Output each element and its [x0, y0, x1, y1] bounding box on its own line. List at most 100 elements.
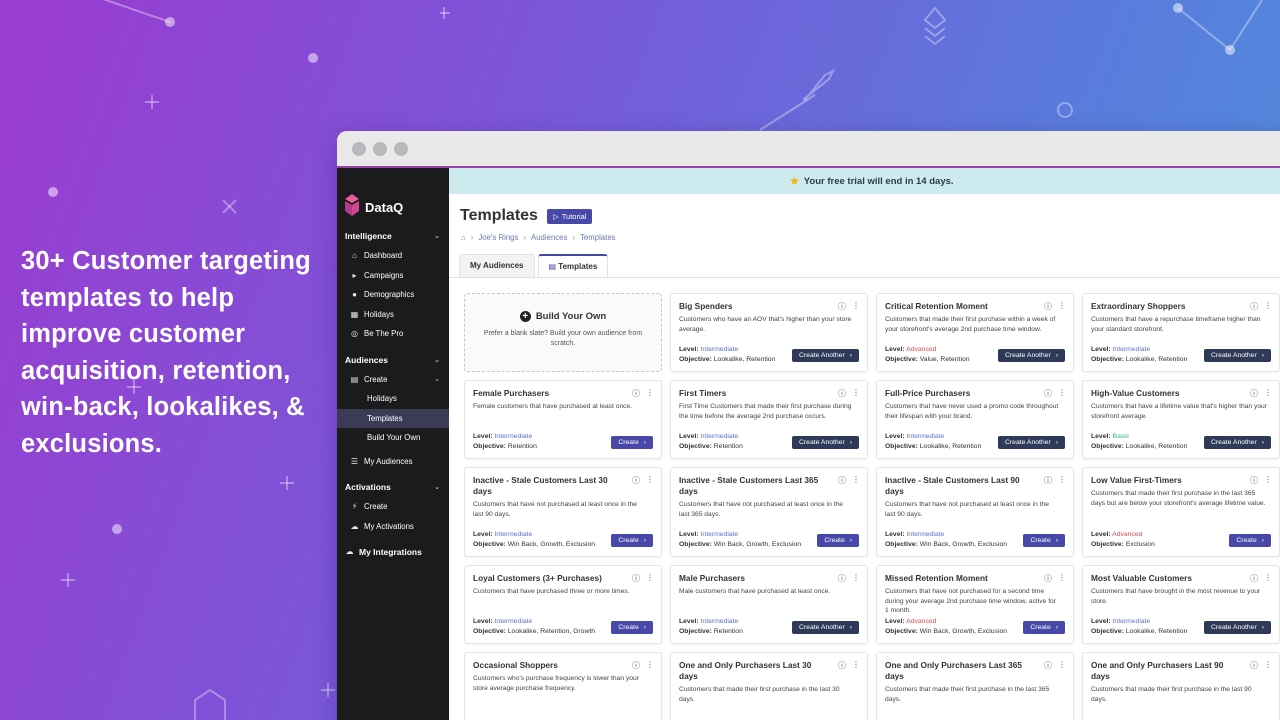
more-options-icon[interactable]: ⋮ — [646, 475, 654, 486]
template-card[interactable]: Most Valuable Customers ⓘ ⋮ Customers that … — [1082, 565, 1280, 644]
sidebar-item-dashboard[interactable]: ⌂ Dashboard — [337, 246, 449, 266]
tab-templates[interactable]: ▤ Templates — [537, 254, 609, 277]
more-options-icon[interactable]: ⋮ — [852, 301, 860, 312]
section-audiences[interactable]: Audiences ⌄ — [337, 350, 449, 370]
sidebar-item-my-audiences[interactable]: ☰ My Audiences — [337, 452, 449, 472]
sidebar-subitem-build-your-own[interactable]: Build Your Own — [337, 428, 449, 448]
more-options-icon[interactable]: ⋮ — [1058, 475, 1066, 486]
more-options-icon[interactable]: ⋮ — [852, 573, 860, 584]
info-icon[interactable]: ⓘ — [838, 301, 846, 312]
window-close-dot[interactable] — [352, 141, 366, 156]
more-options-icon[interactable]: ⋮ — [852, 388, 860, 399]
more-options-icon[interactable]: ⋮ — [1264, 573, 1272, 584]
template-card[interactable]: Female Purchasers ⓘ ⋮ Female customers that… — [464, 380, 662, 459]
sidebar-item-my-activations[interactable]: ☁ My Activations — [337, 517, 449, 537]
tutorial-button[interactable]: ▷ Tutorial — [546, 208, 593, 224]
sidebar-item-be-the-pro[interactable]: ◎ Be The Pro — [337, 324, 449, 344]
brand[interactable]: DataQ — [337, 168, 449, 226]
more-options-icon[interactable]: ⋮ — [646, 660, 654, 671]
home-icon[interactable]: ⌂ — [461, 233, 466, 242]
sidebar-item-my-integrations[interactable]: ☁ My Integrations — [337, 542, 449, 562]
more-options-icon[interactable]: ⋮ — [852, 660, 860, 671]
more-options-icon[interactable]: ⋮ — [646, 388, 654, 399]
template-card[interactable]: Loyal Customers (3+ Purchases) ⓘ ⋮ Customer… — [464, 565, 662, 644]
template-card[interactable]: Occasional Shoppers ⓘ ⋮ Customers who's pur… — [464, 652, 662, 720]
template-card[interactable]: One and Only Purchasers Last 30 days ⓘ ⋮ Cu… — [670, 652, 868, 720]
info-icon[interactable]: ⓘ — [838, 660, 846, 671]
create-another-button[interactable]: Create Another › — [792, 436, 859, 449]
info-icon[interactable]: ⓘ — [1044, 301, 1052, 312]
info-icon[interactable]: ⓘ — [1250, 301, 1258, 312]
create-another-button[interactable]: Create Another › — [998, 349, 1065, 362]
breadcrumb-item[interactable]: Templates — [580, 233, 616, 242]
info-icon[interactable]: ⓘ — [1250, 660, 1258, 671]
sidebar-item-campaigns[interactable]: ▸ Campaigns — [337, 266, 449, 286]
info-icon[interactable]: ⓘ — [1250, 573, 1258, 584]
template-card[interactable]: One and Only Purchasers Last 90 days ⓘ ⋮ Cu… — [1082, 652, 1280, 720]
create-button[interactable]: Create › — [611, 534, 653, 547]
template-card[interactable]: Extraordinary Shoppers ⓘ ⋮ Customers that h… — [1082, 293, 1280, 372]
window-minimize-dot[interactable] — [373, 141, 387, 156]
breadcrumb-item[interactable]: Joe's Rings — [478, 233, 518, 242]
create-button[interactable]: Create › — [1229, 534, 1271, 547]
create-another-button[interactable]: Create Another › — [792, 349, 859, 362]
info-icon[interactable]: ⓘ — [632, 573, 640, 584]
create-button[interactable]: Create › — [611, 621, 653, 634]
create-another-button[interactable]: Create Another › — [1204, 436, 1271, 449]
template-card[interactable]: Big Spenders ⓘ ⋮ Customers who have an AOV … — [670, 293, 868, 372]
template-card[interactable]: Male Purchasers ⓘ ⋮ Male customers that hav… — [670, 565, 868, 644]
breadcrumb-item[interactable]: Audiences — [531, 233, 567, 242]
template-card[interactable]: One and Only Purchasers Last 365 days ⓘ ⋮ C… — [876, 652, 1074, 720]
template-card[interactable]: Critical Retention Moment ⓘ ⋮ Customers tha… — [876, 293, 1074, 372]
more-options-icon[interactable]: ⋮ — [1264, 660, 1272, 671]
info-icon[interactable]: ⓘ — [632, 660, 640, 671]
create-another-button[interactable]: Create Another › — [792, 621, 859, 634]
sidebar-subitem-holidays[interactable]: Holidays — [337, 389, 449, 409]
section-intelligence[interactable]: Intelligence ⌄ — [337, 226, 449, 246]
create-button[interactable]: Create › — [611, 436, 653, 449]
info-icon[interactable]: ⓘ — [1044, 475, 1052, 486]
sidebar-item-demographics[interactable]: ● Demographics — [337, 285, 449, 305]
template-card[interactable]: High-Value Customers ⓘ ⋮ Customers that hav… — [1082, 380, 1280, 459]
info-icon[interactable]: ⓘ — [838, 475, 846, 486]
create-button[interactable]: Create › — [1023, 534, 1065, 547]
more-options-icon[interactable]: ⋮ — [1058, 301, 1066, 312]
info-icon[interactable]: ⓘ — [632, 475, 640, 486]
info-icon[interactable]: ⓘ — [838, 573, 846, 584]
template-card[interactable]: Low Value First-Timers ⓘ ⋮ Customers that m… — [1082, 467, 1280, 557]
template-card[interactable]: Full-Price Purchasers ⓘ ⋮ Customers that ha… — [876, 380, 1074, 459]
more-options-icon[interactable]: ⋮ — [1058, 660, 1066, 671]
more-options-icon[interactable]: ⋮ — [646, 573, 654, 584]
info-icon[interactable]: ⓘ — [1250, 475, 1258, 486]
info-icon[interactable]: ⓘ — [1044, 573, 1052, 584]
more-options-icon[interactable]: ⋮ — [1058, 388, 1066, 399]
sidebar-item-holidays[interactable]: ▦ Holidays — [337, 305, 449, 325]
more-options-icon[interactable]: ⋮ — [852, 475, 860, 486]
window-maximize-dot[interactable] — [394, 141, 408, 156]
section-activations[interactable]: Activations ⌄ — [337, 477, 449, 497]
template-card[interactable]: Inactive - Stale Customers Last 365 days… — [670, 467, 868, 557]
more-options-icon[interactable]: ⋮ — [1264, 301, 1272, 312]
sidebar-item-create-audience[interactable]: ▤ Create ⌄ — [337, 370, 449, 390]
info-icon[interactable]: ⓘ — [632, 388, 640, 399]
template-card[interactable]: First Timers ⓘ ⋮ First Time Customers that … — [670, 380, 868, 459]
create-another-button[interactable]: Create Another › — [998, 436, 1065, 449]
create-button[interactable]: Create › — [817, 534, 859, 547]
create-another-button[interactable]: Create Another › — [1204, 349, 1271, 362]
build-your-own-card[interactable]: + Build Your Own Prefer a blank slate? B… — [464, 293, 662, 372]
create-another-button[interactable]: Create Another › — [1204, 621, 1271, 634]
info-icon[interactable]: ⓘ — [838, 388, 846, 399]
info-icon[interactable]: ⓘ — [1044, 388, 1052, 399]
sidebar-subitem-templates[interactable]: Templates — [337, 408, 449, 428]
template-card[interactable]: Missed Retention Moment ⓘ ⋮ Customers that … — [876, 565, 1074, 644]
template-card[interactable]: Inactive - Stale Customers Last 90 days ⓘ… — [876, 467, 1074, 557]
info-icon[interactable]: ⓘ — [1250, 388, 1258, 399]
more-options-icon[interactable]: ⋮ — [1264, 388, 1272, 399]
sidebar-item-create-activation[interactable]: ⚡ Create — [337, 497, 449, 517]
create-button[interactable]: Create › — [1023, 621, 1065, 634]
more-options-icon[interactable]: ⋮ — [1264, 475, 1272, 486]
more-options-icon[interactable]: ⋮ — [1058, 573, 1066, 584]
tab-my-audiences[interactable]: My Audiences — [459, 254, 535, 277]
info-icon[interactable]: ⓘ — [1044, 660, 1052, 671]
template-card[interactable]: Inactive - Stale Customers Last 30 days ⓘ… — [464, 467, 662, 557]
